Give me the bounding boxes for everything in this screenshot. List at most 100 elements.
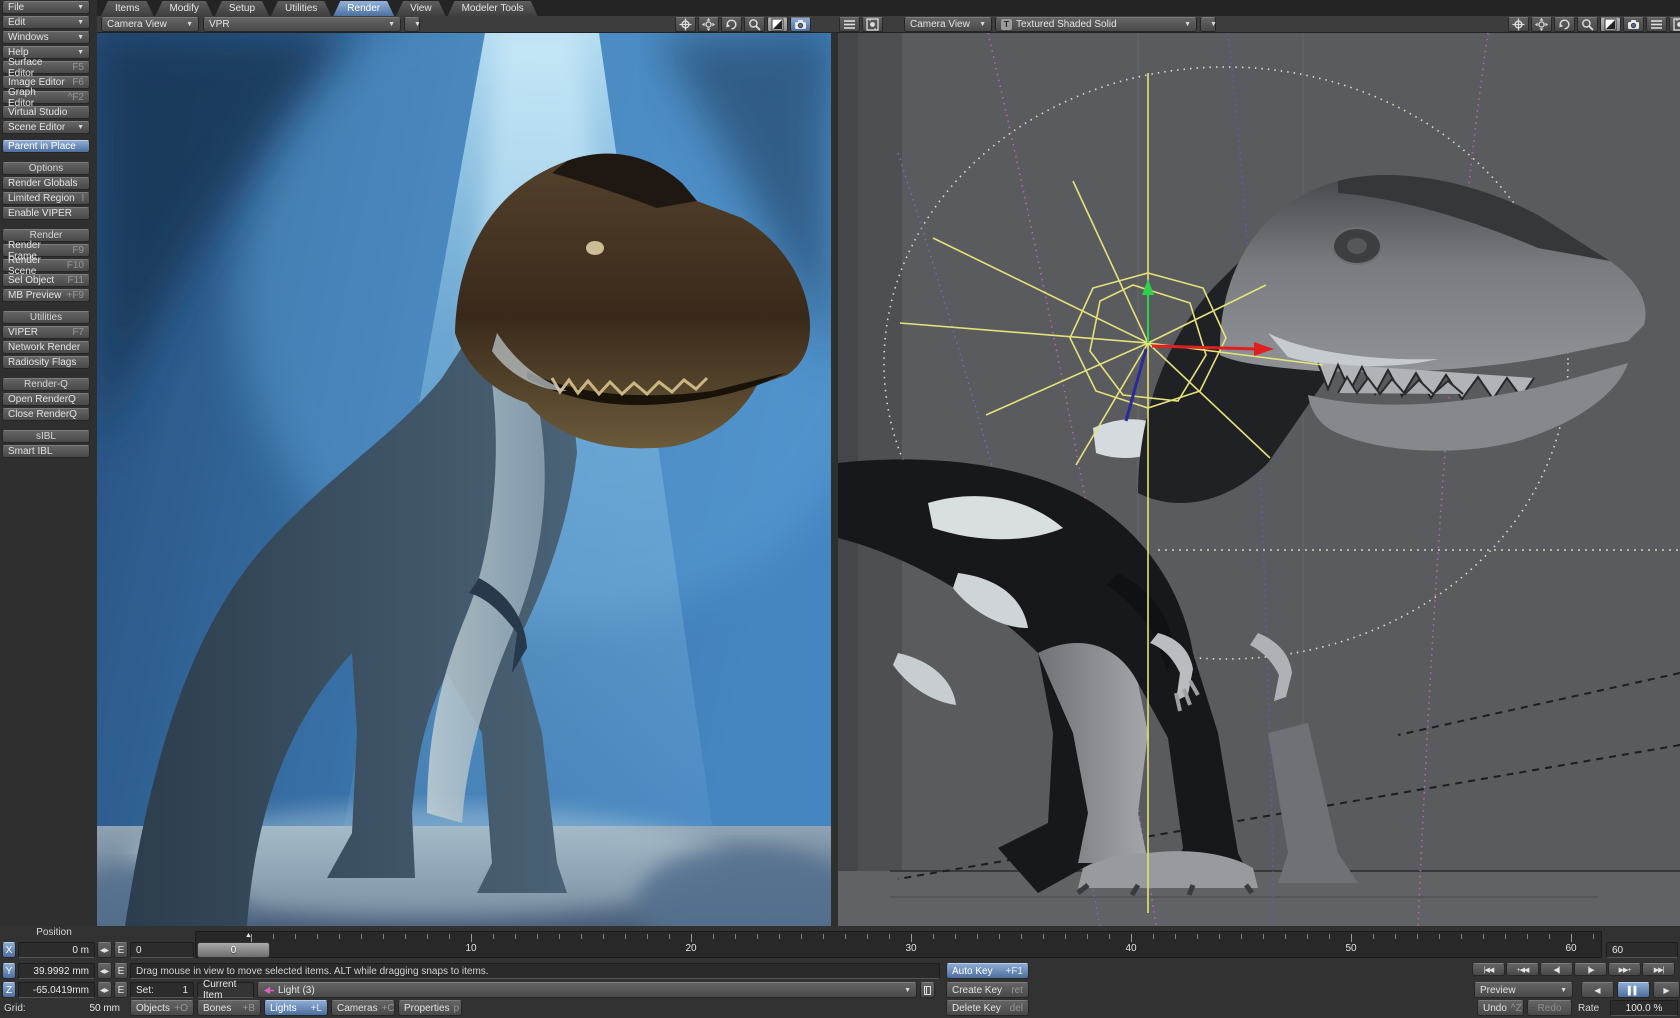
delete-key-button[interactable]: Delete Keydel (946, 1000, 1029, 1016)
preview-dropdown[interactable]: Preview▼ (1474, 982, 1573, 998)
step-forward-button[interactable]: ||▶ (1574, 963, 1607, 976)
right-render-mode-dropdown[interactable]: TTextured Shaded Solid▼ (995, 17, 1197, 32)
sidebar-item-render-globals[interactable]: Render Globals (2, 177, 90, 190)
left-view-type-dropdown[interactable]: Camera View▼ (101, 17, 199, 32)
list-icon[interactable] (1646, 17, 1667, 32)
layout-icon[interactable] (1669, 17, 1680, 32)
sidebar-item-limited-region[interactable]: Limited Regionl (2, 192, 90, 205)
end-frame-field[interactable]: 60 (1606, 942, 1678, 958)
minmax-icon[interactable] (1600, 17, 1621, 32)
left-viewport-vpr-render[interactable] (97, 33, 831, 926)
timeline-ruler[interactable]: 0102030405060 (195, 931, 1602, 958)
axis-y-envelope-button[interactable]: E (114, 963, 128, 979)
tab-view[interactable]: View (396, 1, 446, 16)
sidebar-item-mb-preview[interactable]: MB Preview+F9 (2, 289, 90, 302)
rotate-icon[interactable] (721, 17, 742, 32)
goto-start-button[interactable]: |◀◀ (1472, 963, 1505, 976)
axis-y-value[interactable]: 39.9992 mm (18, 963, 95, 979)
right-view-type-dropdown[interactable]: Camera View▼ (904, 17, 992, 32)
undo-button[interactable]: Undo^Z (1477, 1000, 1524, 1016)
sidebar-item-render-scene[interactable]: Render SceneF10 (2, 259, 90, 272)
create-key-button[interactable]: Create Keyret (946, 982, 1029, 998)
center-icon[interactable] (1508, 17, 1529, 32)
ruler-tick (515, 934, 516, 939)
left-viewport-options-dropdown[interactable]: ▼ (404, 17, 420, 32)
ruler-tick (779, 934, 780, 939)
ruler-tick (383, 934, 384, 939)
sidebar-item-radiosity-flags[interactable]: Radiosity Flags (2, 356, 90, 369)
bones-mode-button[interactable]: Bones+B (197, 1000, 261, 1016)
pause-button[interactable]: ▌▌ (1617, 982, 1650, 998)
transport-controls: |◀◀+◀◀◀||||▶▶▶+▶▶| (1472, 963, 1675, 979)
set-field[interactable]: Set: 1 (130, 982, 194, 998)
objects-mode-button[interactable]: Objects+O (130, 1000, 194, 1016)
axis-x-stepper[interactable]: ◀▶ (97, 942, 112, 958)
right-viewport-opengl[interactable] (838, 33, 1680, 926)
goto-end-button[interactable]: ▶▶| (1642, 963, 1675, 976)
play-reverse-button[interactable]: ◀ (1581, 982, 1614, 998)
tab-modify[interactable]: Modify (155, 1, 212, 16)
lights-mode-button[interactable]: Lights+L (264, 1000, 328, 1016)
tab-render[interactable]: Render (333, 1, 394, 16)
camera-icon[interactable] (790, 17, 811, 32)
frame-field[interactable]: 0 (130, 942, 194, 958)
timeline-slider-handle[interactable]: 0 (197, 942, 270, 958)
play-button[interactable]: ▶ (1653, 982, 1680, 998)
properties-mode-button[interactable]: Propertiesp (398, 1000, 462, 1016)
ruler-tick (1175, 934, 1176, 939)
camera-icon[interactable] (1623, 17, 1644, 32)
axis-x-button[interactable]: X (2, 942, 16, 958)
prev-key-button[interactable]: +◀◀ (1506, 963, 1539, 976)
axis-y-stepper[interactable]: ◀▶ (97, 963, 112, 979)
next-key-button[interactable]: ▶▶+ (1608, 963, 1641, 976)
ruler-tick (735, 934, 736, 939)
axis-z-envelope-button[interactable]: E (114, 982, 128, 998)
zoom-icon[interactable] (1577, 17, 1598, 32)
sidebar-item-close-renderq[interactable]: Close RenderQ (2, 408, 90, 421)
auto-key-button[interactable]: Auto Key+F1 (946, 963, 1029, 979)
item-properties-mini-button[interactable] (920, 982, 935, 998)
sidebar-item-graph-editor[interactable]: Graph Editor^F2 (2, 91, 90, 104)
axis-z-button[interactable]: Z (2, 982, 16, 998)
zoom-icon[interactable] (744, 17, 765, 32)
ruler-tick-label: 20 (676, 943, 706, 954)
tab-items[interactable]: Items (101, 1, 153, 16)
cameras-mode-button[interactable]: Cameras+C (331, 1000, 395, 1016)
sidebar-item-smart-ibl[interactable]: Smart IBL (2, 445, 90, 458)
sidebar-item-scene-editor[interactable]: Scene Editor▼ (2, 121, 90, 134)
grid-label: Grid: (4, 1000, 26, 1016)
sidebar-item-parent-in-place[interactable]: Parent in Place (2, 140, 90, 153)
ruler-tick (801, 934, 802, 939)
step-back-button[interactable]: ◀|| (1540, 963, 1573, 976)
tab-setup[interactable]: Setup (215, 1, 269, 16)
menu-windows[interactable]: Windows▼ (2, 31, 90, 44)
redo-button[interactable]: Redo (1527, 1000, 1572, 1016)
axis-y-button[interactable]: Y (2, 963, 16, 979)
pan-icon[interactable] (1531, 17, 1552, 32)
list-icon[interactable] (839, 17, 860, 32)
axis-z-stepper[interactable]: ◀▶ (97, 982, 112, 998)
sidebar-item-virtual-studio[interactable]: Virtual Studio (2, 106, 90, 119)
rotate-icon[interactable] (1554, 17, 1575, 32)
sidebar-item-network-render[interactable]: Network Render (2, 341, 90, 354)
tab-modeler-tools[interactable]: Modeler Tools (448, 1, 538, 16)
sidebar-item-sel-object[interactable]: Sel ObjectF11 (2, 274, 90, 287)
menu-edit[interactable]: Edit▼ (2, 16, 90, 29)
layout-icon[interactable] (862, 17, 883, 32)
ruler-tick (295, 934, 296, 939)
left-render-mode-dropdown[interactable]: VPR▼ (203, 17, 401, 32)
pan-icon[interactable] (698, 17, 719, 32)
tab-utilities[interactable]: Utilities (271, 1, 331, 16)
sidebar-item-viper[interactable]: VIPERF7 (2, 326, 90, 339)
minmax-icon[interactable] (767, 17, 788, 32)
sidebar-item-open-renderq[interactable]: Open RenderQ (2, 393, 90, 406)
right-viewport-options-dropdown[interactable]: ▼ (1200, 17, 1216, 32)
axis-x-value[interactable]: 0 m (18, 942, 95, 958)
sidebar-item-enable-viper[interactable]: Enable VIPER (2, 207, 90, 220)
sidebar-item-surface-editor[interactable]: Surface EditorF5 (2, 61, 90, 74)
axis-z-value[interactable]: -65.0419mm (18, 982, 95, 998)
axis-x-envelope-button[interactable]: E (114, 942, 128, 958)
menu-file[interactable]: File▼ (2, 1, 90, 14)
center-icon[interactable] (675, 17, 696, 32)
current-item-dropdown[interactable]: Light (3) ▼ (257, 982, 917, 998)
